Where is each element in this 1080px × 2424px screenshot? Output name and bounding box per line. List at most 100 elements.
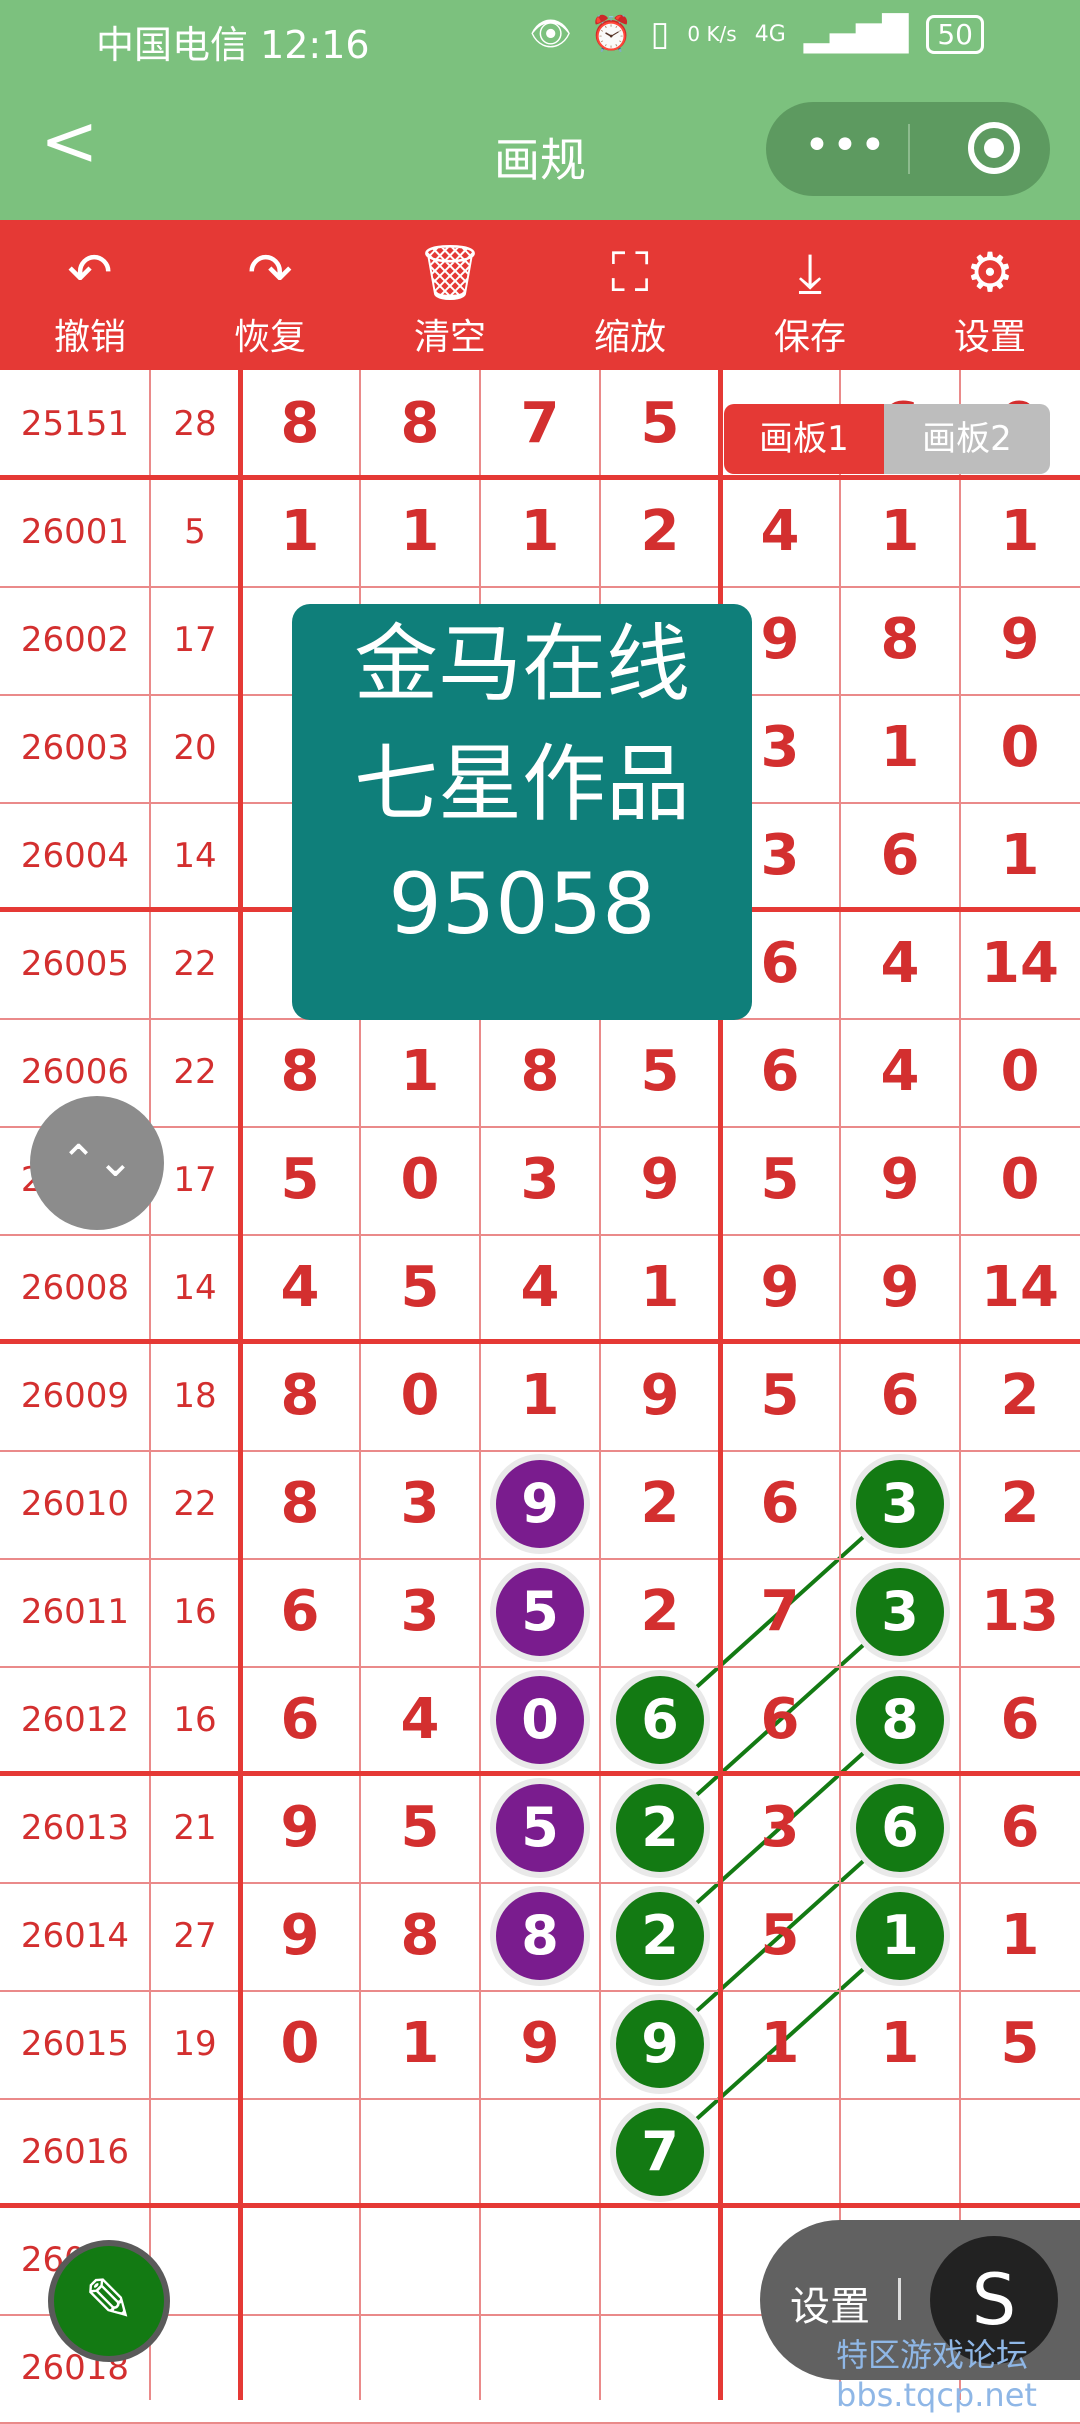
marked-number-purple[interactable]: 9 [490,1454,590,1554]
number-cell[interactable]: 6 [960,1666,1080,1774]
number-cell[interactable]: 6 [720,1018,840,1126]
number-cell[interactable]: 1 [720,1990,840,2098]
close-target-icon[interactable] [968,122,1020,174]
number-cell[interactable]: 7 [720,1558,840,1666]
marked-number-purple[interactable]: 5 [490,1562,590,1662]
toolbar-redo-button[interactable]: ↷ 恢复 [180,220,360,370]
number-cell[interactable]: 6 [720,1666,840,1774]
number-cell[interactable]: 9 [840,1126,960,1234]
number-cell[interactable]: 7 [480,370,600,478]
number-cell[interactable] [240,2314,360,2422]
number-cell[interactable]: 1 [360,1990,480,2098]
number-cell[interactable]: 5 [360,1774,480,1882]
number-cell[interactable]: 6 [720,1450,840,1558]
marked-number-green[interactable]: 2 [610,1886,710,1986]
number-cell[interactable]: 3 [480,1126,600,1234]
number-cell[interactable]: 8 [480,1018,600,1126]
number-cell[interactable]: 9 [960,586,1080,694]
number-cell[interactable] [960,2098,1080,2206]
toolbar-gear-button[interactable]: ⚙ 设置 [900,220,1080,370]
toolbar-zoom-button[interactable]: ⛶ 缩放 [540,220,720,370]
number-cell[interactable]: 1 [840,478,960,586]
number-cell[interactable]: 4 [240,1234,360,1342]
number-cell[interactable]: 5 [720,1342,840,1450]
number-cell[interactable] [480,2206,600,2314]
number-cell[interactable]: 1 [840,1990,960,2098]
number-cell[interactable]: 5 [960,1990,1080,2098]
number-cell[interactable]: 9 [240,1882,360,1990]
marked-number-green[interactable]: 6 [850,1778,950,1878]
number-cell[interactable]: 2 [600,1558,720,1666]
number-cell[interactable]: 8 [240,1450,360,1558]
number-cell[interactable]: 9 [840,1234,960,1342]
number-cell[interactable] [360,2314,480,2422]
number-cell[interactable]: 2 [960,1342,1080,1450]
number-cell[interactable]: 1 [480,478,600,586]
number-cell[interactable]: 1 [840,694,960,802]
number-cell[interactable]: 0 [960,694,1080,802]
number-cell[interactable] [480,2314,600,2422]
number-cell[interactable]: 13 [960,1558,1080,1666]
number-cell[interactable]: 0 [960,1126,1080,1234]
number-cell[interactable]: 4 [840,910,960,1018]
number-cell[interactable]: 0 [240,1990,360,2098]
marked-number-purple[interactable]: 8 [490,1886,590,1986]
number-cell[interactable]: 5 [720,1126,840,1234]
number-cell[interactable]: 9 [240,1774,360,1882]
number-cell[interactable]: 6 [240,1558,360,1666]
number-cell[interactable]: 0 [360,1126,480,1234]
marked-number-green[interactable]: 3 [850,1454,950,1554]
number-cell[interactable]: 8 [240,1342,360,1450]
number-cell[interactable]: 1 [240,478,360,586]
number-cell[interactable]: 4 [720,478,840,586]
number-cell[interactable]: 2 [600,478,720,586]
number-cell[interactable]: 4 [480,1234,600,1342]
number-cell[interactable]: 5 [720,1882,840,1990]
tab-board-2[interactable]: 画板2 [884,404,1050,474]
number-cell[interactable]: 5 [240,1126,360,1234]
marked-number-purple[interactable]: 5 [490,1778,590,1878]
marked-number-green[interactable]: 3 [850,1562,950,1662]
number-cell[interactable]: 5 [600,1018,720,1126]
number-cell[interactable]: 1 [960,802,1080,910]
number-cell[interactable]: 9 [480,1990,600,2098]
number-cell[interactable]: 6 [840,1342,960,1450]
number-cell[interactable]: 9 [600,1342,720,1450]
number-cell[interactable] [240,2206,360,2314]
number-cell[interactable]: 5 [600,370,720,478]
number-cell[interactable]: 3 [360,1450,480,1558]
number-cell[interactable]: 2 [960,1450,1080,1558]
marked-number-green[interactable]: 8 [850,1670,950,1770]
number-cell[interactable] [720,2098,840,2206]
number-cell[interactable]: 1 [480,1342,600,1450]
number-cell[interactable]: 2 [600,1450,720,1558]
number-cell[interactable]: 8 [240,1018,360,1126]
number-cell[interactable]: 14 [960,1234,1080,1342]
number-cell[interactable]: 4 [840,1018,960,1126]
number-cell[interactable]: 1 [600,1234,720,1342]
number-cell[interactable] [480,2098,600,2206]
toolbar-undo-button[interactable]: ↶ 撤销 [0,220,180,370]
marked-number-green[interactable]: 1 [850,1886,950,1986]
number-cell[interactable]: 3 [720,1774,840,1882]
number-cell[interactable]: 8 [840,586,960,694]
number-cell[interactable]: 14 [960,910,1080,1018]
number-cell[interactable]: 6 [240,1666,360,1774]
pen-button[interactable]: ✎ [48,2240,170,2362]
number-cell[interactable]: 1 [360,478,480,586]
marked-number-green[interactable]: 2 [610,1778,710,1878]
marked-number-green[interactable]: 7 [610,2102,710,2202]
number-cell[interactable]: 1 [360,1018,480,1126]
tab-board-1[interactable]: 画板1 [724,404,884,474]
number-cell[interactable]: 8 [360,370,480,478]
number-cell[interactable]: 9 [720,1234,840,1342]
number-cell[interactable]: 8 [240,370,360,478]
number-cell[interactable]: 9 [600,1126,720,1234]
floating-settings-button[interactable]: 设置 [790,2274,870,2332]
number-cell[interactable] [600,2314,720,2422]
number-cell[interactable] [240,2098,360,2206]
toolbar-trash-button[interactable]: 🗑 清空 [360,220,540,370]
number-cell[interactable]: 6 [840,802,960,910]
number-cell[interactable]: 5 [360,1234,480,1342]
marked-number-green[interactable]: 9 [610,1994,710,2094]
